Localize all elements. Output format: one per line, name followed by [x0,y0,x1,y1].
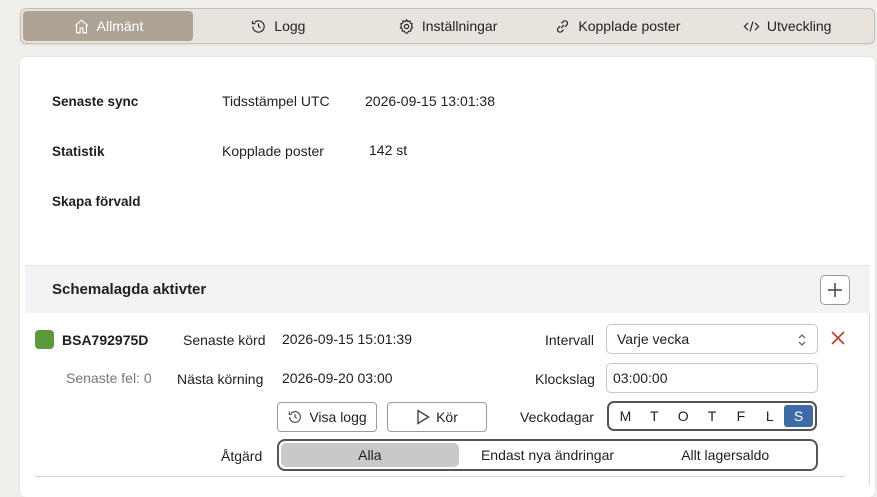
tab-linked-posts[interactable]: Kopplade poster [533,11,703,41]
show-log-label: Visa logg [309,409,367,425]
weekday-tuesday[interactable]: T [640,405,669,427]
clock-input[interactable]: 03:00:00 [606,363,818,393]
scrollbar[interactable] [869,314,875,486]
row-divider [35,476,845,477]
clock-label: Klockslag [535,371,595,387]
plus-icon [828,283,842,297]
tab-log-label: Logg [274,18,306,34]
job-id: BSA792975D [62,332,149,348]
last-run-label: Senaste körd [183,332,266,348]
weekday-thursday[interactable]: T [698,405,727,427]
tab-general-label: Allmänt [96,18,144,34]
last-run-value: 2026-09-15 15:01:39 [282,331,412,347]
status-indicator [35,330,54,349]
run-button[interactable]: Kör [387,402,487,432]
schedule-title: Schemalagda aktivter [52,281,207,298]
show-log-button[interactable]: Visa logg [277,402,377,432]
weekdays-label: Veckodagar [520,409,594,425]
history-icon [289,411,302,423]
play-icon [417,409,430,425]
gear-icon [399,18,414,34]
add-schedule-button[interactable] [820,275,850,305]
run-label: Kör [436,409,458,425]
weekday-wednesday[interactable]: O [669,405,698,427]
schedule-header: Schemalagda aktivter [25,265,870,313]
code-icon [743,20,760,32]
linked-posts-label: Kopplade poster [222,143,324,159]
tab-bar: Allmänt Logg Inställningar Kopplade post… [20,8,875,44]
weekday-monday[interactable]: M [611,405,640,427]
next-run-label: Nästa körning [177,371,264,387]
interval-value: Varje vecka [617,331,690,347]
interval-select[interactable]: Varje vecka [606,324,818,354]
tab-development[interactable]: Utveckling [702,11,872,41]
tab-general[interactable]: Allmänt [23,11,193,41]
tab-settings-label: Inställningar [421,18,498,34]
home-icon [74,18,88,33]
tab-settings[interactable]: Inställningar [363,11,533,41]
main-panel: Senaste sync Tidsstämpel UTC 2026-09-15 … [20,57,875,497]
interval-label: Intervall [545,332,595,348]
action-all[interactable]: Alla [281,443,459,467]
action-label: Åtgärd [221,448,263,464]
weekday-saturday[interactable]: L [755,405,784,427]
clock-value: 03:00:00 [613,370,668,386]
timestamp-value: 2026-09-15 13:01:38 [365,93,495,109]
tab-linked-posts-label: Kopplade poster [578,18,681,34]
weekday-friday[interactable]: F [726,405,755,427]
link-icon [557,19,569,33]
linked-posts-value: 142 st [369,142,408,158]
tab-log[interactable]: Logg [193,11,363,41]
action-segmented-control: Alla Endast nya ändringar Allt lagersald… [277,439,818,471]
weekday-sunday[interactable]: S [784,405,814,427]
last-sync-label: Senaste sync [52,94,139,109]
timestamp-label: Tidsstämpel UTC [222,93,330,109]
tab-development-label: Utveckling [766,18,832,34]
weekday-picker: M T O T F L S [607,401,817,431]
next-run-value: 2026-09-20 03:00 [282,370,393,386]
history-icon [252,19,266,33]
stats-label: Statistik [52,144,105,159]
schedule-row: BSA792975D Senaste körd 2026-09-15 15:01… [35,313,870,483]
action-all-stock[interactable]: Allt lagersaldo [636,443,814,467]
action-new-changes[interactable]: Endast nya ändringar [459,443,637,467]
delete-icon[interactable] [830,330,846,346]
last-error-text: Senaste fel: 0 [66,370,152,386]
create-default-label: Skapa förvald [52,194,141,209]
updown-chevron-icon [798,334,806,346]
